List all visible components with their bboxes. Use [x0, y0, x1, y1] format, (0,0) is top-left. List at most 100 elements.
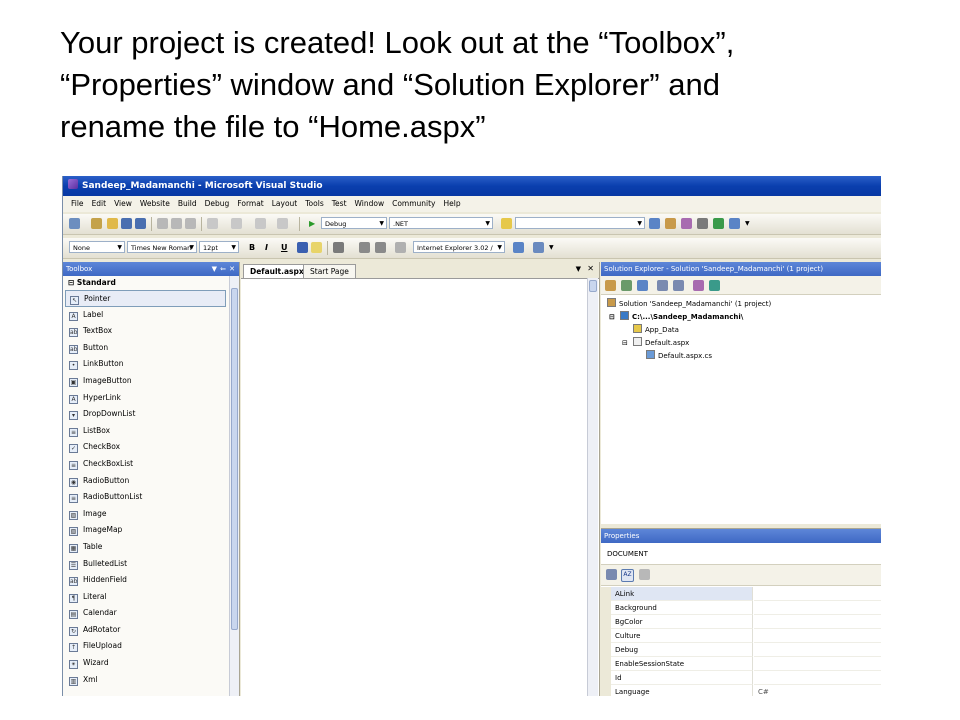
menu-help[interactable]: Help	[440, 196, 465, 212]
paste-icon[interactable]	[185, 218, 196, 229]
new-project-icon[interactable]	[69, 218, 80, 229]
property-row[interactable]: Culture	[601, 629, 881, 643]
toolbox-item-radiobutton[interactable]: ◉ RadioButton	[63, 473, 228, 490]
active-files-icon[interactable]: ▼	[576, 265, 581, 273]
toolbox-icon[interactable]	[697, 218, 708, 229]
editor-scrollbar[interactable]	[587, 278, 598, 696]
underline-button[interactable]: U	[281, 241, 288, 255]
numbered-list-icon[interactable]	[359, 242, 370, 253]
bold-button[interactable]: B	[249, 241, 255, 255]
properties-object-selector[interactable]: DOCUMENT	[601, 543, 881, 565]
toolbox-item-wizard[interactable]: ✴ Wizard	[63, 655, 228, 672]
navigate-forward-icon[interactable]	[277, 218, 288, 229]
properties-window-icon[interactable]	[681, 218, 692, 229]
tree-node[interactable]: Solution 'Sandeep_Madamanchi' (1 project…	[607, 298, 771, 311]
justify-icon[interactable]	[333, 242, 344, 253]
toolbox-item-listbox[interactable]: ≡ ListBox	[63, 423, 228, 440]
font-size-combo[interactable]: 12pt ▼	[199, 241, 239, 253]
open-file-icon[interactable]	[107, 218, 118, 229]
scroll-up-icon[interactable]	[589, 280, 597, 292]
properties-icon[interactable]	[605, 280, 616, 291]
toolbox-item-bulletedlist[interactable]: ☰ BulletedList	[63, 556, 228, 573]
tree-node[interactable]: ⊟ C:\...\Sandeep_Madamanchi\	[609, 311, 743, 324]
toolbox-item-checkboxlist[interactable]: ≡ CheckBoxList	[63, 456, 228, 473]
property-row[interactable]: ALink	[601, 587, 881, 601]
menu-debug[interactable]: Debug	[201, 196, 234, 212]
copy-website-icon[interactable]	[693, 280, 704, 291]
property-row[interactable]: Background	[601, 601, 881, 615]
undo-icon[interactable]	[207, 218, 218, 229]
toolbox-item-imagebutton[interactable]: ▣ ImageButton	[63, 373, 228, 390]
find-in-files-icon[interactable]	[501, 218, 512, 229]
block-format-combo[interactable]: None ▼	[69, 241, 125, 253]
property-value[interactable]	[754, 615, 881, 629]
save-icon[interactable]	[121, 218, 132, 229]
find-combo[interactable]: ▼	[515, 217, 645, 229]
toolbox-item-label[interactable]: A Label	[63, 307, 228, 324]
menu-format[interactable]: Format	[233, 196, 267, 212]
view-code-icon[interactable]	[657, 280, 668, 291]
property-value[interactable]	[754, 629, 881, 643]
italic-button[interactable]: I	[265, 241, 268, 255]
title-bar[interactable]: Sandeep_Madamanchi - Microsoft Visual St…	[63, 176, 881, 196]
menu-community[interactable]: Community	[388, 196, 439, 212]
toolbox-item-table[interactable]: ▦ Table	[63, 539, 228, 556]
property-value[interactable]	[754, 643, 881, 657]
toolbox-item-literal[interactable]: ¶ Literal	[63, 589, 228, 606]
property-row[interactable]: Debug	[601, 643, 881, 657]
toolbox-item-xml[interactable]: ▥ Xml	[63, 672, 228, 689]
toolbox-item-checkbox[interactable]: ✓ CheckBox	[63, 439, 228, 456]
background-color-icon[interactable]	[311, 242, 322, 253]
menu-test[interactable]: Test	[328, 196, 351, 212]
toolbox-item-dropdownlist[interactable]: ▾ DropDownList	[63, 406, 228, 423]
categorized-icon[interactable]	[606, 569, 617, 580]
refresh-icon[interactable]	[621, 280, 632, 291]
start-debugging-icon[interactable]: ▶	[309, 217, 315, 231]
menu-tools[interactable]: Tools	[301, 196, 327, 212]
property-row[interactable]: Language C#	[601, 685, 881, 696]
tab-default-aspx[interactable]: Default.aspx	[243, 264, 311, 278]
solution-explorer-icon[interactable]	[665, 218, 676, 229]
cut-icon[interactable]	[157, 218, 168, 229]
add-item-icon[interactable]	[91, 218, 102, 229]
asp-net-configuration-icon[interactable]	[709, 280, 720, 291]
nest-related-files-icon[interactable]	[637, 280, 648, 291]
toolbox-item-pointer[interactable]: ↖ Pointer	[65, 290, 226, 307]
menu-layout[interactable]: Layout	[268, 196, 302, 212]
hyperlink-toolbar-icon[interactable]	[395, 242, 406, 253]
bulleted-list-icon[interactable]	[375, 242, 386, 253]
toolbox-scrollbar[interactable]	[229, 276, 239, 696]
menu-build[interactable]: Build	[174, 196, 201, 212]
tree-node[interactable]: Default.aspx.cs	[646, 350, 712, 363]
toolbar-options-icon[interactable]: ▼	[745, 217, 750, 231]
auto-hide-pin-icon[interactable]: ⇐	[220, 262, 226, 276]
property-value[interactable]	[754, 601, 881, 615]
toolbox-item-fileupload[interactable]: ↑ FileUpload	[63, 638, 228, 655]
menu-window[interactable]: Window	[351, 196, 389, 212]
close-icon[interactable]: ✕	[229, 262, 235, 276]
menu-view[interactable]: View	[110, 196, 136, 212]
toolbox-item-adrotator[interactable]: ↻ AdRotator	[63, 622, 228, 639]
property-value[interactable]	[754, 657, 881, 671]
save-all-icon[interactable]	[135, 218, 146, 229]
property-pages-icon[interactable]	[639, 569, 650, 580]
view-designer-icon[interactable]	[673, 280, 684, 291]
tree-node[interactable]: App_Data	[633, 324, 679, 337]
window-position-icon[interactable]: ▼	[212, 262, 217, 276]
check-accessibility-icon[interactable]	[513, 242, 524, 253]
collapse-icon[interactable]: ⊟	[609, 311, 615, 324]
find-icon[interactable]	[649, 218, 660, 229]
property-value[interactable]	[754, 671, 881, 685]
property-row[interactable]: BgColor	[601, 615, 881, 629]
menu-website[interactable]: Website	[136, 196, 174, 212]
menu-file[interactable]: File	[67, 196, 88, 212]
menu-edit[interactable]: Edit	[88, 196, 111, 212]
foreground-color-icon[interactable]	[297, 242, 308, 253]
toolbox-item-calendar[interactable]: ▤ Calendar	[63, 605, 228, 622]
command-window-icon[interactable]	[729, 218, 740, 229]
toolbox-item-textbox[interactable]: ab TextBox	[63, 323, 228, 340]
navigate-backward-icon[interactable]	[255, 218, 266, 229]
property-value[interactable]	[754, 587, 881, 601]
start-page-icon[interactable]	[713, 218, 724, 229]
toolbox-item-button[interactable]: ab Button	[63, 340, 228, 357]
